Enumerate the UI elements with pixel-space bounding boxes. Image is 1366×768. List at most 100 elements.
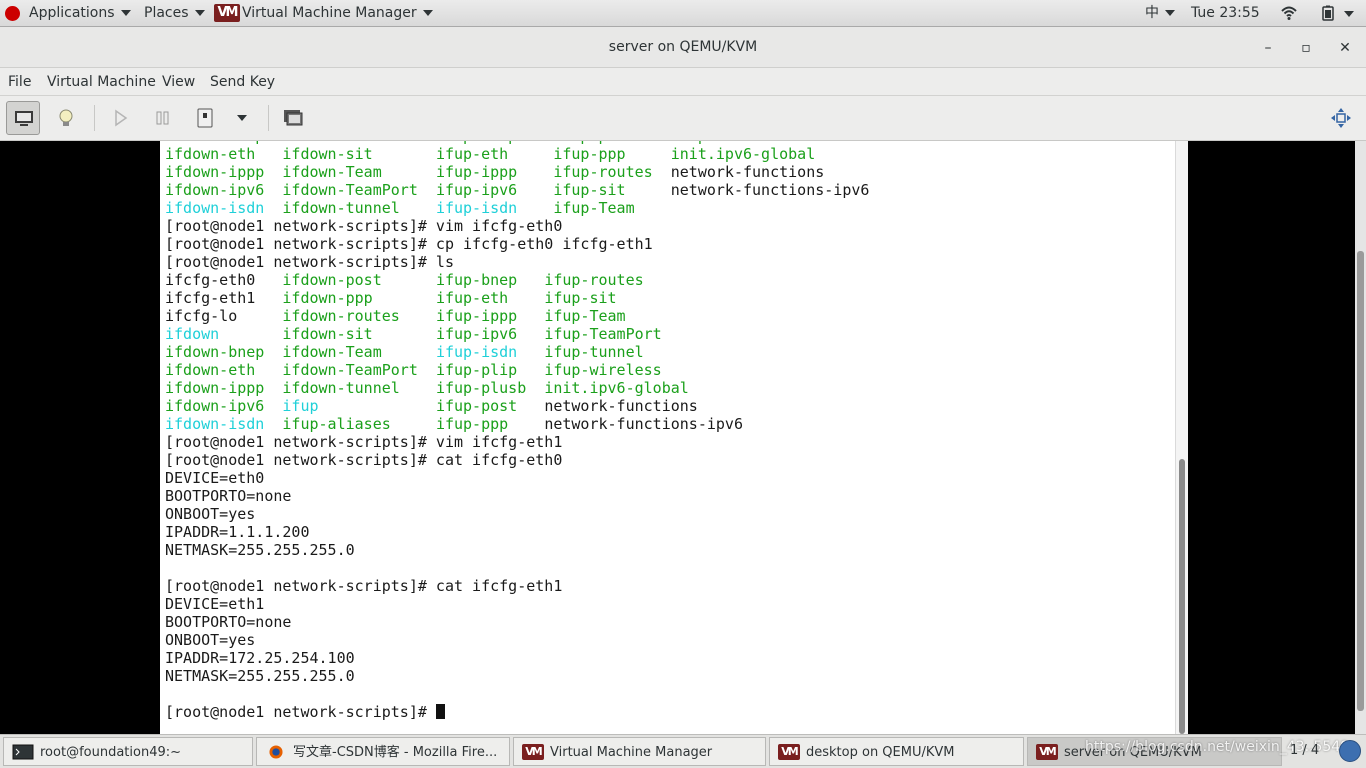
terminal-text: ifdown xyxy=(165,325,283,343)
fullscreen-button[interactable] xyxy=(276,101,310,135)
terminal-prompt: [root@node1 network-scripts]# xyxy=(165,703,436,721)
terminal-text: ifcfg-eth1 xyxy=(165,289,283,307)
terminal-text: ifup-isdn xyxy=(435,343,545,361)
chevron-down-icon xyxy=(1165,10,1175,16)
terminal-text: ifup-Team xyxy=(553,199,635,217)
terminal-prompt-line[interactable]: [root@node1 network-scripts]# xyxy=(165,703,869,721)
terminal-text: ifdown-Team xyxy=(282,163,436,181)
terminal-text: [root@node1 network-scripts]# cp ifcfg-e… xyxy=(165,235,653,253)
minimize-button[interactable]: – xyxy=(1258,38,1278,58)
shutdown-menu-button[interactable] xyxy=(226,101,260,135)
terminal-text: ifdown-routes xyxy=(282,307,436,325)
terminal-line: ifdown-eth ifdown-TeamPort ifup-plip ifu… xyxy=(165,361,869,379)
workspace-switcher-icon[interactable] xyxy=(1339,740,1361,762)
terminal-scrollbar-thumb[interactable] xyxy=(1179,459,1185,734)
console-view-button[interactable] xyxy=(6,101,40,135)
monitor-icon xyxy=(15,111,33,126)
terminal-line: ifdown-ipv6 ifup ifup-post network-funct… xyxy=(165,397,869,415)
terminal-text: ifup-ipv6 xyxy=(435,325,545,343)
terminal-line: [root@node1 network-scripts]# vim ifcfg-… xyxy=(165,433,869,451)
terminal[interactable]: ifdown-bnep ifdown-routes ifup-bnep ifup… xyxy=(160,141,1175,734)
terminal-text: ifup-tunnel xyxy=(544,343,644,361)
task-label: 写文章-CSDN博客 - Mozilla Fire... xyxy=(293,745,498,760)
system-menu-chevron-icon[interactable] xyxy=(1344,11,1354,17)
task-desktop-vm[interactable]: VM desktop on QEMU/KVM xyxy=(769,737,1024,766)
task-vm-manager[interactable]: VM Virtual Machine Manager xyxy=(513,737,766,766)
vm-console[interactable]: ifdown-bnep ifdown-routes ifup-bnep ifup… xyxy=(0,141,1366,734)
terminal-line: DEVICE=eth1 xyxy=(165,595,869,613)
menubar: File Virtual Machine View Send Key xyxy=(0,68,1366,96)
task-label: desktop on QEMU/KVM xyxy=(806,745,955,760)
task-terminal[interactable]: root@foundation49:~ xyxy=(3,737,253,766)
terminal-text: BOOTPORTO=none xyxy=(165,613,292,631)
terminal-line: IPADDR=172.25.254.100 xyxy=(165,649,869,667)
menu-send-key[interactable]: Send Key xyxy=(210,68,275,96)
console-scrollbar[interactable] xyxy=(1355,141,1366,734)
terminal-line: ONBOOT=yes xyxy=(165,631,869,649)
terminal-text: ifup-ipv6 xyxy=(435,181,554,199)
terminal-text: ifdown-post xyxy=(282,271,436,289)
redhat-logo-icon xyxy=(5,6,20,21)
maximize-button[interactable]: ▫ xyxy=(1296,38,1316,58)
terminal-line: [root@node1 network-scripts]# cp ifcfg-e… xyxy=(165,235,869,253)
terminal-text: ifcfg-eth0 xyxy=(165,271,283,289)
terminal-text: ONBOOT=yes xyxy=(165,505,256,523)
terminal-text: network-functions xyxy=(670,163,825,181)
task-label: Virtual Machine Manager xyxy=(550,745,713,760)
terminal-line: BOOTPORTO=none xyxy=(165,613,869,631)
terminal-cursor xyxy=(435,704,445,719)
battery-icon[interactable] xyxy=(1320,5,1336,21)
workspace-pager[interactable]: 1 / 4 xyxy=(1290,743,1319,758)
applications-menu[interactable]: Applications xyxy=(29,0,131,27)
move-arrows-icon xyxy=(1331,108,1351,128)
terminal-text: network-functions-ipv6 xyxy=(670,181,870,199)
terminal-line: ifdown-bnep ifdown-Team ifup-isdn ifup-t… xyxy=(165,343,869,361)
terminal-text: ifup-aliases xyxy=(282,415,436,433)
play-icon xyxy=(115,109,128,127)
terminal-text: DEVICE=eth0 xyxy=(165,469,265,487)
terminal-line: ifdown-isdn ifup-aliases ifup-ppp networ… xyxy=(165,415,869,433)
chevron-down-icon xyxy=(422,10,433,16)
resize-to-vm-button[interactable] xyxy=(1324,101,1358,135)
terminal-text: ifup-eth xyxy=(435,289,545,307)
terminal-line: ifdown-ipv6 ifdown-TeamPort ifup-ipv6 if… xyxy=(165,181,869,199)
terminal-text: ifcfg-lo xyxy=(165,307,283,325)
app-menu[interactable]: VM Virtual Machine Manager xyxy=(214,0,433,27)
terminal-text: ifup-ppp xyxy=(553,145,671,163)
console-scrollbar-thumb[interactable] xyxy=(1357,251,1364,711)
menu-file[interactable]: File xyxy=(8,68,31,96)
terminal-line: NETMASK=255.255.255.0 xyxy=(165,667,869,685)
wifi-icon[interactable] xyxy=(1281,5,1297,21)
screens-icon xyxy=(284,110,303,126)
terminal-text: ifup-Team xyxy=(544,307,626,325)
app-menu-label: Virtual Machine Manager xyxy=(242,5,417,21)
terminal-text: ifdown-isdn xyxy=(165,415,283,433)
clock[interactable]: Tue 23:55 xyxy=(1191,0,1260,27)
vm-manager-icon: VM xyxy=(214,4,240,22)
terminal-text: network-functions-ipv6 xyxy=(544,415,743,433)
window-titlebar: server on QEMU/KVM – ▫ ✕ xyxy=(0,27,1366,68)
terminal-text: ifdown-TeamPort xyxy=(282,361,436,379)
menu-virtual-machine[interactable]: Virtual Machine xyxy=(47,68,156,96)
terminal-line: IPADDR=1.1.1.200 xyxy=(165,523,869,541)
places-menu[interactable]: Places xyxy=(144,0,205,27)
terminal-text: ifup-wireless xyxy=(544,361,662,379)
toolbar xyxy=(0,96,1366,141)
input-method-indicator[interactable]: 中 xyxy=(1145,0,1175,27)
menu-view[interactable]: View xyxy=(162,68,195,96)
input-method-label: 中 xyxy=(1145,5,1159,21)
chevron-down-icon xyxy=(194,10,205,16)
terminal-line: ifdown-ippp ifdown-tunnel ifup-plusb ini… xyxy=(165,379,869,397)
terminal-text: ifdown-ppp xyxy=(282,289,436,307)
pause-button[interactable] xyxy=(146,101,180,135)
terminal-text: IPADDR=1.1.1.200 xyxy=(165,523,310,541)
terminal-text: IPADDR=172.25.254.100 xyxy=(165,649,355,667)
details-view-button[interactable] xyxy=(49,101,83,135)
run-button[interactable] xyxy=(103,101,137,135)
shutdown-button[interactable] xyxy=(188,101,222,135)
close-button[interactable]: ✕ xyxy=(1335,38,1355,58)
task-firefox[interactable]: 写文章-CSDN博客 - Mozilla Fire... xyxy=(256,737,510,766)
terminal-text: [root@node1 network-scripts]# cat ifcfg-… xyxy=(165,451,563,469)
terminal-line: ifcfg-lo ifdown-routes ifup-ippp ifup-Te… xyxy=(165,307,869,325)
terminal-scrollbar[interactable] xyxy=(1175,141,1188,734)
